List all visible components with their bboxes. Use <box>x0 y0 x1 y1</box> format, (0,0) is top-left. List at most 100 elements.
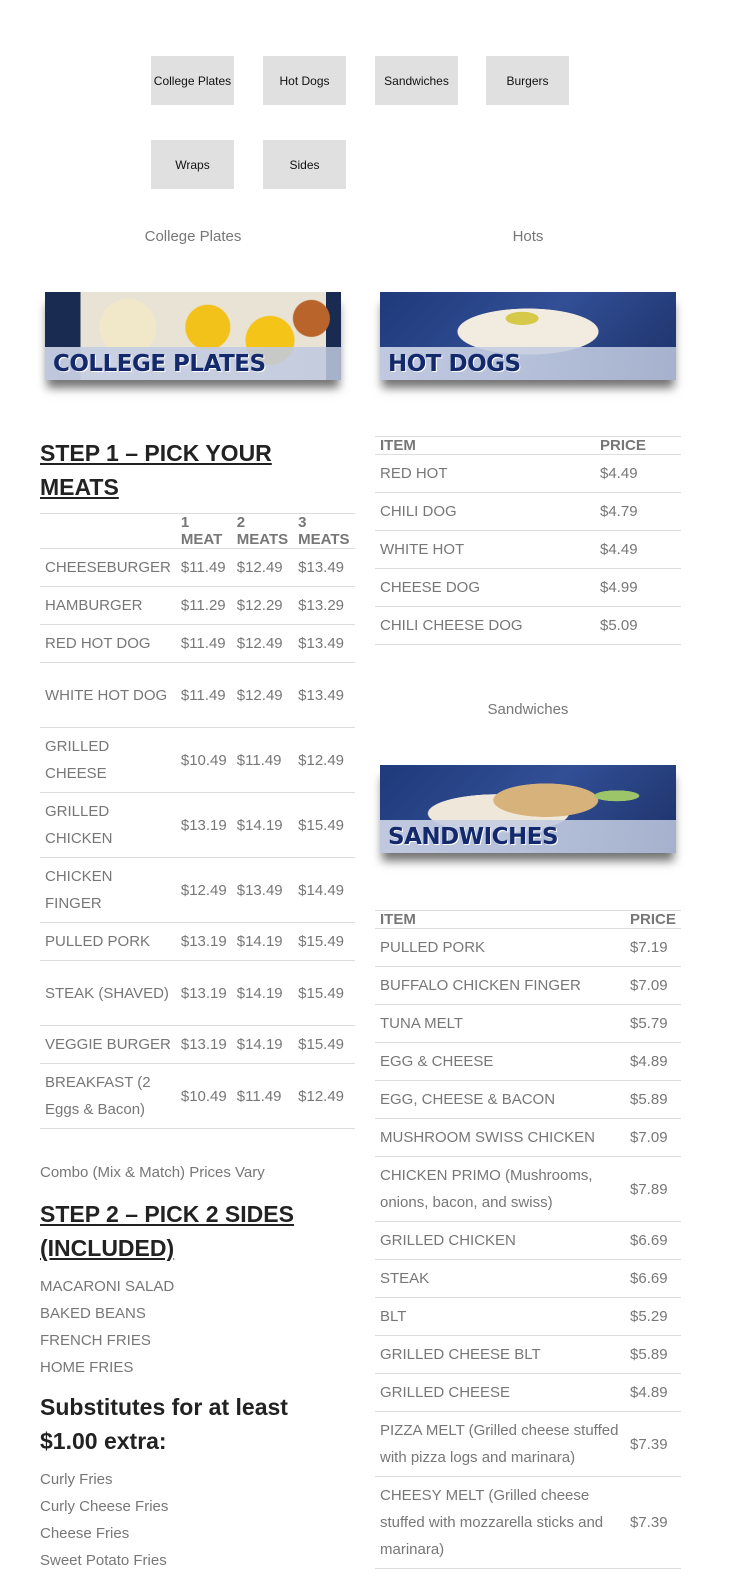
hot-item: CHEESE DOG <box>375 568 595 607</box>
plate-price-2: $14.19 <box>231 922 294 961</box>
table-row: WHITE HOT $4.49 <box>375 530 681 569</box>
nav-button-burgers[interactable]: Burgers <box>486 56 569 105</box>
nav-button-hot-dogs[interactable]: Hot Dogs <box>263 56 346 105</box>
table-header-row: 1 MEAT 2 MEATS 3 MEATS <box>40 513 355 549</box>
sandwich-item: PULLED PORK <box>375 928 625 967</box>
table-header-item <box>40 513 176 549</box>
sandwich-item: PIZZA MELT (Grilled cheese stuffed with … <box>375 1411 625 1477</box>
list-item: MACARONI SALAD <box>40 1278 175 1295</box>
college-plates-table: 1 MEAT 2 MEATS 3 MEATS CHEESEBURGER $11.… <box>40 513 355 1129</box>
sandwiches-banner: SANDWICHES <box>380 765 676 853</box>
sandwich-price: $5.79 <box>625 1004 681 1043</box>
table-row: CHEESE DOG $4.99 <box>375 568 681 607</box>
sandwich-price: $5.89 <box>625 1080 681 1119</box>
hot-item: CHILI DOG <box>375 492 595 531</box>
table-row: HAMBURGER $11.29 $12.29 $13.29 <box>40 586 355 625</box>
table-row: PIZZA MELT (Grilled cheese stuffed with … <box>375 1411 681 1477</box>
sandwich-item: TUNA MELT <box>375 1004 625 1043</box>
plate-price-1: $10.49 <box>175 727 232 793</box>
plate-price-2: $11.49 <box>231 1063 294 1129</box>
table-header-3-meats: 3 MEATS <box>293 513 355 549</box>
table-header-row: ITEM PRICE <box>375 910 681 929</box>
sandwich-item: GRILLED CHEESE BLT <box>375 1335 625 1374</box>
plate-price-3: $13.49 <box>293 548 355 587</box>
table-header-price: PRICE <box>595 436 681 455</box>
plate-price-2: $14.19 <box>231 960 294 1026</box>
plate-price-1: $11.49 <box>175 662 232 728</box>
sandwich-price: $7.39 <box>625 1411 681 1477</box>
plate-item: VEGGIE BURGER <box>40 1025 176 1064</box>
plate-price-3: $15.49 <box>293 960 355 1026</box>
sandwich-price: $7.19 <box>625 928 681 967</box>
plate-price-3: $12.49 <box>293 1063 355 1129</box>
plate-price-2: $11.49 <box>231 727 294 793</box>
nav-button-college-plates[interactable]: College Plates <box>151 56 234 105</box>
hot-price: $4.49 <box>595 454 681 493</box>
plate-price-2: $12.49 <box>231 624 294 663</box>
substitutes-list: Curly Fries Curly Cheese Fries Cheese Fr… <box>40 1466 168 1574</box>
list-item: Cheese Fries <box>40 1525 130 1542</box>
nav-button-sandwiches[interactable]: Sandwiches <box>375 56 458 105</box>
hot-price: $4.79 <box>595 492 681 531</box>
caption-hots: Hots <box>512 228 544 245</box>
table-row: TUNA MELT $5.79 <box>375 1004 681 1043</box>
plate-price-3: $12.49 <box>293 727 355 793</box>
plate-price-3: $13.49 <box>293 662 355 728</box>
sandwich-price: $6.69 <box>625 1259 681 1298</box>
plate-price-3: $14.49 <box>293 857 355 923</box>
step1-heading: STEP 1 – PICK YOUR MEATS <box>40 440 272 500</box>
table-header-2-meats: 2 MEATS <box>231 513 294 549</box>
nav-button-sides[interactable]: Sides <box>263 140 346 189</box>
sandwich-price: $7.39 <box>625 1476 681 1569</box>
table-row: BLT $5.29 <box>375 1297 681 1336</box>
table-row: GRILLED CHICKEN $13.19 $14.19 $15.49 <box>40 792 355 858</box>
plate-price-1: $13.19 <box>175 1025 232 1064</box>
table-row: STEAK $6.69 <box>375 1259 681 1298</box>
plate-price-3: $15.49 <box>293 922 355 961</box>
table-row: BREAKFAST (2 Eggs & Bacon) $10.49 $11.49… <box>40 1063 355 1129</box>
table-row: PULLED PORK $7.19 <box>375 928 681 967</box>
plate-price-1: $11.49 <box>175 624 232 663</box>
plate-item: HAMBURGER <box>40 586 176 625</box>
list-item: BAKED BEANS <box>40 1305 146 1322</box>
sandwich-price: $7.09 <box>625 966 681 1005</box>
list-item: Sweet Potato Fries <box>40 1552 167 1569</box>
plate-price-2: $14.19 <box>231 792 294 858</box>
table-row: GRILLED CHEESE $10.49 $11.49 $12.49 <box>40 727 355 793</box>
caption-sandwiches: Sandwiches <box>487 701 569 718</box>
sandwich-item: CHICKEN PRIMO (Mushrooms, onions, bacon,… <box>375 1156 625 1222</box>
hot-dogs-banner-label: HOT DOGS <box>380 347 676 380</box>
plate-item: CHEESEBURGER <box>40 548 176 587</box>
plate-item: RED HOT DOG <box>40 624 176 663</box>
table-row: MUSHROOM SWISS CHICKEN $7.09 <box>375 1118 681 1157</box>
sandwich-item: EGG & CHEESE <box>375 1042 625 1081</box>
list-item: HOME FRIES <box>40 1359 134 1376</box>
combo-note: Combo (Mix & Match) Prices Vary <box>40 1164 265 1181</box>
plate-price-2: $12.49 <box>231 662 294 728</box>
sandwiches-banner-label: SANDWICHES <box>380 820 676 853</box>
plate-price-1: $11.29 <box>175 586 232 625</box>
table-row: EGG, CHEESE & BACON $5.89 <box>375 1080 681 1119</box>
sandwich-price: $5.29 <box>625 1297 681 1336</box>
plate-price-3: $13.49 <box>293 624 355 663</box>
plate-item: WHITE HOT DOG <box>40 662 176 728</box>
sandwich-item: BLT <box>375 1297 625 1336</box>
table-row: RED HOT DOG $11.49 $12.49 $13.49 <box>40 624 355 663</box>
table-row: CHICKEN PRIMO (Mushrooms, onions, bacon,… <box>375 1156 681 1222</box>
table-header-row: ITEM PRICE <box>375 436 681 455</box>
table-row: EGG & CHEESE $4.89 <box>375 1042 681 1081</box>
hot-dogs-banner: HOT DOGS <box>380 292 676 380</box>
table-row: PULLED PORK $13.19 $14.19 $15.49 <box>40 922 355 961</box>
plate-price-3: $15.49 <box>293 1025 355 1064</box>
table-row: CHEESEBURGER $11.49 $12.49 $13.49 <box>40 548 355 587</box>
sandwich-price: $6.69 <box>625 1221 681 1260</box>
hot-price: $4.99 <box>595 568 681 607</box>
plate-item: GRILLED CHICKEN <box>40 792 176 858</box>
table-header-price: PRICE <box>625 910 681 929</box>
nav-button-wraps[interactable]: Wraps <box>151 140 234 189</box>
table-row: GRILLED CHICKEN $6.69 <box>375 1221 681 1260</box>
sides-list: MACARONI SALAD BAKED BEANS FRENCH FRIES … <box>40 1273 174 1381</box>
college-plates-banner-label: COLLEGE PLATES <box>45 347 341 380</box>
plate-price-1: $13.19 <box>175 960 232 1026</box>
hot-price: $5.09 <box>595 606 681 645</box>
